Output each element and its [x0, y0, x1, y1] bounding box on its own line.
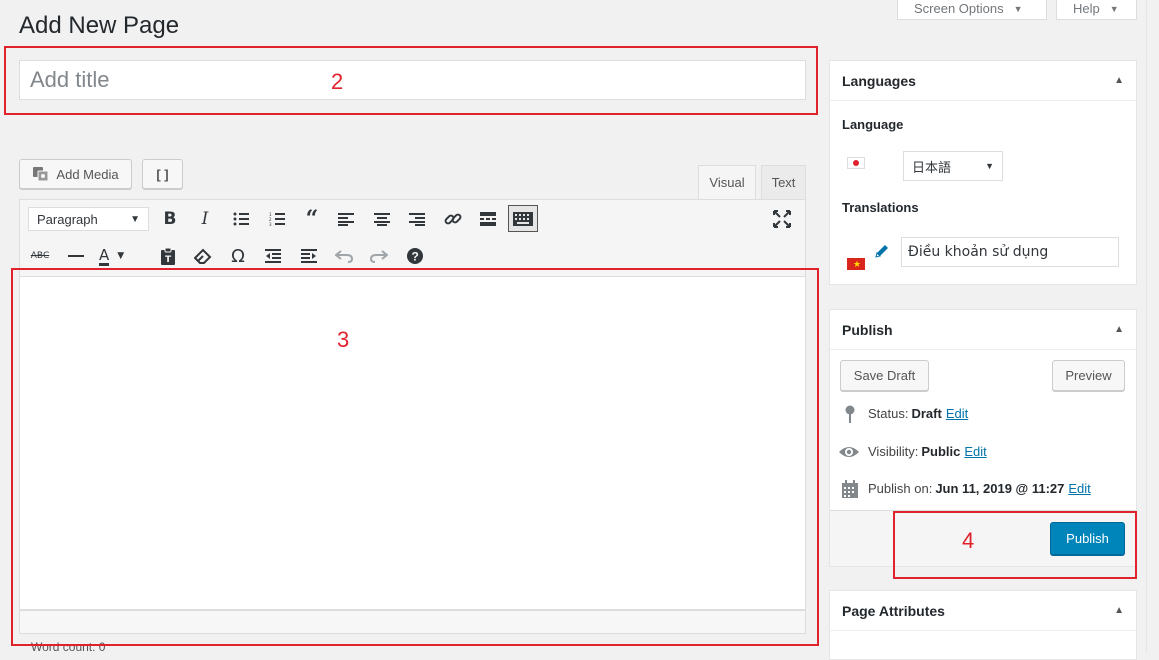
svg-text:T: T [165, 255, 172, 265]
align-right-icon[interactable] [404, 206, 430, 232]
tab-text-label: Text [771, 175, 796, 190]
edit-publish-date-link[interactable]: Edit [1068, 481, 1090, 496]
read-more-icon[interactable] [475, 206, 501, 232]
paste-text-icon[interactable]: T [155, 243, 181, 269]
screen-options-tab[interactable]: Screen Options ▼ [897, 0, 1047, 20]
numbered-list-icon[interactable]: 123 [264, 206, 290, 232]
languages-box-title: Languages [842, 72, 916, 89]
chevron-down-icon: ▼ [130, 213, 140, 225]
translation-value: Điều khoản sử dụng [908, 244, 1049, 260]
save-draft-button[interactable]: Save Draft [840, 360, 929, 391]
outdent-icon[interactable] [260, 243, 286, 269]
language-label: Language [842, 117, 904, 132]
publish-box-header[interactable]: Publish ▲ [830, 310, 1136, 350]
annotation-number-4: 4 [962, 528, 975, 553]
collapse-arrow-icon[interactable]: ▲ [1114, 75, 1124, 86]
publish-button[interactable]: Publish [1050, 522, 1125, 555]
annotation-number-2: 2 [331, 69, 344, 94]
tab-visual-label: Visual [709, 175, 745, 190]
media-icon [33, 167, 49, 182]
align-left-icon[interactable] [333, 206, 359, 232]
publish-on-row: Publish on: Jun 11, 2019 @ 11:27 Edit [868, 481, 1091, 496]
edit-status-link[interactable]: Edit [946, 406, 968, 421]
screen-options-label: Screen Options [914, 1, 1004, 16]
title-input[interactable] [19, 60, 806, 100]
language-select-value: 日本語 [912, 160, 952, 176]
publish-on-label: Publish on: [868, 481, 933, 496]
help-label: Help [1073, 1, 1100, 16]
svg-text:3: 3 [269, 222, 272, 226]
horizontal-line-icon[interactable] [63, 243, 89, 269]
visibility-row: Visibility: Public Edit [868, 444, 987, 459]
bold-icon[interactable]: B [157, 206, 183, 232]
visibility-label: Visibility: [868, 444, 919, 459]
link-icon[interactable] [440, 206, 466, 232]
pin-icon [843, 404, 857, 427]
toolbar-toggle-icon[interactable] [508, 205, 538, 232]
status-row: Status: Draft Edit [868, 406, 968, 421]
undo-icon[interactable] [331, 243, 357, 269]
language-select[interactable]: 日本語 ▼ [903, 151, 1003, 181]
help-icon[interactable]: ? [402, 243, 428, 269]
pencil-icon[interactable] [874, 243, 890, 262]
blockquote-icon[interactable]: “ [299, 206, 325, 232]
chevron-down-icon: ▼ [1109, 3, 1119, 14]
tab-visual[interactable]: Visual [698, 165, 756, 199]
chevron-down-icon: ▼ [985, 161, 994, 171]
eye-icon [838, 444, 860, 463]
strikethrough-icon[interactable]: ABC [27, 243, 53, 269]
editor-status-bar [19, 610, 806, 634]
clear-formatting-icon[interactable] [190, 243, 216, 269]
italic-icon[interactable]: I [192, 206, 218, 232]
fullscreen-icon: [ ] [156, 166, 169, 182]
translation-input[interactable]: Điều khoản sử dụng [901, 237, 1119, 267]
special-char-icon[interactable]: Ω [225, 243, 251, 269]
tab-text[interactable]: Text [761, 165, 806, 199]
languages-box-header[interactable]: Languages ▲ [830, 61, 1136, 101]
status-label: Status: [868, 406, 909, 421]
bullet-list-icon[interactable] [228, 206, 254, 232]
preview-label: Preview [1065, 368, 1112, 383]
status-value: Draft [911, 406, 942, 421]
page-attributes-box-title: Page Attributes [842, 602, 945, 619]
text-color-icon[interactable]: A ▼ [99, 243, 139, 269]
add-media-label: Add Media [56, 166, 119, 182]
vietnam-flag-icon: ★ [847, 258, 865, 270]
format-select-value: Paragraph [37, 211, 98, 227]
calendar-icon [841, 480, 859, 501]
align-center-icon[interactable] [369, 206, 395, 232]
redo-icon[interactable] [366, 243, 392, 269]
chevron-down-icon: ▼ [1013, 3, 1023, 14]
page-edge [1146, 0, 1159, 652]
visibility-value: Public [921, 444, 961, 459]
page-attributes-box-header[interactable]: Page Attributes ▲ [830, 591, 1136, 631]
save-draft-label: Save Draft [853, 368, 916, 383]
annotation-number-3: 3 [337, 327, 350, 352]
collapse-arrow-icon[interactable]: ▲ [1114, 324, 1124, 335]
page-attributes-box: Page Attributes ▲ [829, 590, 1137, 660]
indent-icon[interactable] [296, 243, 322, 269]
publish-on-value: Jun 11, 2019 @ 11:27 [935, 481, 1065, 496]
distraction-free-button[interactable]: [ ] [142, 159, 183, 189]
add-media-button[interactable]: Add Media [19, 159, 132, 189]
edit-visibility-link[interactable]: Edit [964, 444, 986, 459]
page-title: Add New Page [19, 12, 180, 39]
svg-text:?: ? [412, 250, 419, 264]
collapse-arrow-icon[interactable]: ▲ [1114, 605, 1124, 616]
preview-button[interactable]: Preview [1052, 360, 1125, 391]
publish-box-title: Publish [842, 321, 893, 338]
fullscreen-toggle-icon[interactable] [769, 206, 795, 232]
format-select[interactable]: Paragraph ▼ [28, 207, 149, 231]
japan-flag-icon [847, 157, 865, 169]
translations-label: Translations [842, 200, 919, 215]
help-tab[interactable]: Help ▼ [1056, 0, 1137, 20]
publish-button-label: Publish [1066, 531, 1109, 546]
content-editor[interactable] [19, 277, 806, 610]
